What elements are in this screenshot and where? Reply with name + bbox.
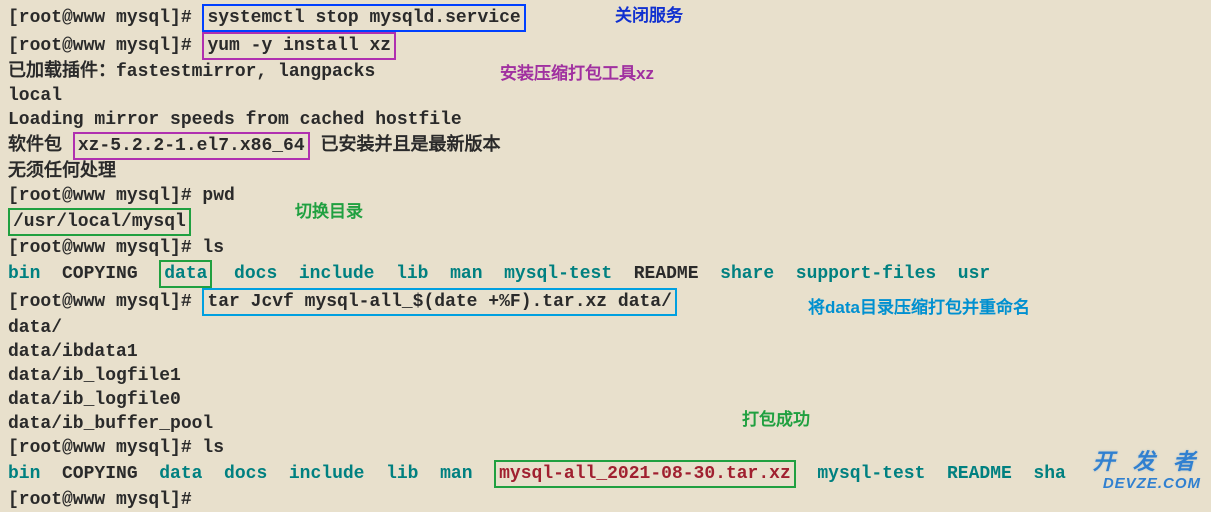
tar-output-file: mysql-all_2021-08-30.tar.xz xyxy=(494,460,796,488)
terminal-line-8: [root@www mysql]# pwd xyxy=(8,184,1203,208)
cmd-systemctl-stop: systemctl stop mysqld.service xyxy=(202,4,525,32)
terminal-line-9: /usr/local/mysql xyxy=(8,208,1203,236)
watermark-cn: 开 发 者 xyxy=(1093,450,1201,474)
watermark-en: DEVZE.COM xyxy=(1103,472,1201,496)
pwd-output: /usr/local/mysql xyxy=(8,208,191,236)
terminal-line-19: bin COPYING data docs include lib man my… xyxy=(8,460,1203,488)
terminal-line-15: data/ib_logfile1 xyxy=(8,364,1203,388)
package-name: xz-5.2.2-1.el7.x86_64 xyxy=(73,132,310,160)
terminal-line-4: local xyxy=(8,84,1203,108)
terminal-line-11: bin COPYING data docs include lib man my… xyxy=(8,260,1203,288)
terminal-line-20: [root@www mysql]# xyxy=(8,488,1203,512)
cmd-tar: tar Jcvf mysql-all_$(date +%F).tar.xz da… xyxy=(202,288,676,316)
terminal-line-2: [root@www mysql]# yum -y install xz xyxy=(8,32,1203,60)
annotation-install-xz: 安装压缩打包工具xz xyxy=(500,62,654,86)
annotation-pack-success: 打包成功 xyxy=(742,408,810,432)
annotation-tar-data: 将data目录压缩打包并重命名 xyxy=(808,296,1030,320)
terminal-line-10: [root@www mysql]# ls xyxy=(8,236,1203,260)
terminal-line-5: Loading mirror speeds from cached hostfi… xyxy=(8,108,1203,132)
terminal-line-17: data/ib_buffer_pool xyxy=(8,412,1203,436)
annotation-switch-dir: 切换目录 xyxy=(295,200,363,224)
terminal-line-1: [root@www mysql]# systemctl stop mysqld.… xyxy=(8,4,1203,32)
data-dir: data xyxy=(159,260,212,288)
annotation-close-service: 关闭服务 xyxy=(615,4,683,28)
terminal-line-7: 无须任何处理 xyxy=(8,160,1203,184)
terminal-line-18: [root@www mysql]# ls xyxy=(8,436,1203,460)
cmd-yum-install: yum -y install xz xyxy=(202,32,396,60)
terminal-line-14: data/ibdata1 xyxy=(8,340,1203,364)
terminal-line-16: data/ib_logfile0 xyxy=(8,388,1203,412)
terminal-line-6: 软件包 xz-5.2.2-1.el7.x86_64 已安装并且是最新版本 xyxy=(8,132,1203,160)
